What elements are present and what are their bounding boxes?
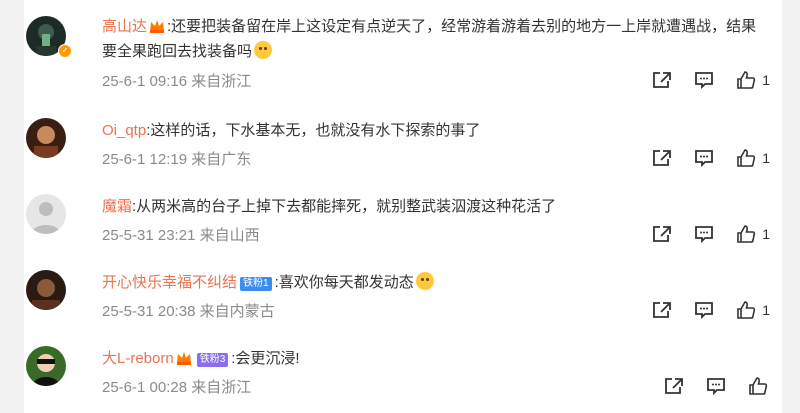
action-bar	[642, 376, 768, 396]
comment-text: :喜欢你每天都发动态	[274, 274, 414, 291]
comment-body: 大L-reborn 铁粉3:会更沉浸!	[102, 346, 762, 371]
reply-button[interactable]	[694, 149, 714, 167]
reply-button[interactable]	[694, 71, 714, 89]
like-count: 1	[762, 150, 770, 166]
like-button[interactable]: 1	[736, 225, 770, 243]
like-button[interactable]: 1	[736, 301, 770, 319]
comment-icon	[695, 302, 714, 319]
comment-icon	[695, 150, 714, 167]
comment-meta: 25-5-31 23:21 来自山西	[102, 224, 260, 245]
avatar[interactable]	[26, 194, 66, 234]
comment-body: 高山达:还要把装备留在岸上这设定有点逆天了，经常游着游着去别的地方一上岸就遭遇战…	[102, 14, 762, 64]
fan-level-badge: 铁粉3	[196, 353, 229, 367]
action-bar: 1	[630, 148, 770, 168]
like-button[interactable]: 1	[736, 149, 770, 167]
share-button[interactable]	[652, 225, 672, 243]
comment-text: :会更沉浸!	[231, 350, 300, 367]
timestamp: 25-6-1 09:16	[102, 73, 188, 90]
avatar[interactable]	[26, 270, 66, 310]
like-count: 1	[762, 72, 770, 88]
comment-meta: 25-5-31 20:38 来自内蒙古	[102, 300, 275, 321]
timestamp: 25-6-1 12:19	[102, 151, 188, 168]
share-icon	[653, 302, 672, 318]
timestamp: 25-5-31 20:38	[102, 303, 196, 320]
like-icon	[737, 225, 756, 243]
action-bar: 1	[630, 70, 770, 90]
like-button[interactable]: 1	[736, 71, 770, 89]
like-count: 1	[762, 302, 770, 318]
share-icon	[653, 150, 672, 166]
comment-meta: 25-6-1 12:19 来自广东	[102, 148, 251, 169]
location: 来自山西	[199, 227, 260, 244]
username-link[interactable]: 魔霜	[102, 198, 132, 215]
comment-meta: 25-6-1 00:28 来自浙江	[102, 376, 251, 397]
username-link[interactable]: Oi_qtp	[102, 122, 146, 139]
reply-button[interactable]	[694, 301, 714, 319]
like-count: 1	[762, 226, 770, 242]
reply-button[interactable]	[706, 377, 726, 395]
like-button[interactable]	[748, 377, 768, 395]
comment-item: 魔霜:从两米高的台子上掉下去都能摔死，就别整武装泅渡这种花活了 25-5-31 …	[24, 180, 782, 256]
avatar[interactable]	[26, 118, 66, 158]
emoji-icon	[254, 41, 273, 59]
comment-body: Oi_qtp:这样的话，下水基本无，也就没有水下探索的事了	[102, 118, 762, 143]
like-icon	[737, 71, 756, 89]
like-icon	[749, 377, 768, 395]
fan-level-badge: 铁粉1	[240, 277, 272, 291]
comment-item: 大L-reborn 铁粉3:会更沉浸! 25-6-1 00:28 来自浙江	[24, 332, 782, 408]
comment-icon	[707, 378, 725, 395]
comment-meta: 25-6-1 09:16 来自浙江	[102, 70, 251, 91]
avatar[interactable]	[26, 346, 66, 386]
like-icon	[737, 301, 756, 319]
comment-text: :从两米高的台子上掉下去都能摔死，就别整武装泅渡这种花活了	[132, 198, 557, 215]
location: 来自广东	[191, 151, 252, 168]
share-button[interactable]	[652, 301, 672, 319]
location: 来自内蒙古	[199, 303, 275, 320]
comment-item: 开心快乐幸福不纠结 铁粉1:喜欢你每天都发动态 25-5-31 20:38 来自内…	[24, 256, 782, 332]
verified-badge-icon: ✓	[58, 44, 72, 58]
action-bar: 1	[630, 300, 770, 320]
comment-item: Oi_qtp:这样的话，下水基本无，也就没有水下探索的事了 25-6-1 12:…	[24, 104, 782, 180]
emoji-icon	[415, 272, 434, 290]
comment-body: 开心快乐幸福不纠结 铁粉1:喜欢你每天都发动态	[102, 270, 762, 295]
crown-icon	[176, 348, 192, 365]
share-icon	[653, 226, 672, 242]
comment-icon	[695, 72, 714, 89]
share-button[interactable]	[652, 71, 672, 89]
timestamp: 25-6-1 00:28	[102, 379, 188, 396]
reply-button[interactable]	[694, 225, 714, 243]
username-link[interactable]: 大L-reborn	[102, 350, 174, 367]
share-icon	[665, 378, 683, 394]
action-bar: 1	[630, 224, 770, 244]
username-link[interactable]: 开心快乐幸福不纠结	[102, 274, 237, 291]
username-link[interactable]: 高山达	[102, 18, 147, 35]
like-icon	[737, 149, 756, 167]
timestamp: 25-5-31 23:21	[102, 227, 196, 244]
comment-text: :还要把装备留在岸上这设定有点逆天了，经常游着游着去别的地方一上岸就遭遇战，结果…	[102, 18, 757, 60]
share-icon	[653, 72, 672, 88]
location: 来自浙江	[191, 73, 252, 90]
comment-text: :这样的话，下水基本无，也就没有水下探索的事了	[146, 122, 481, 139]
location: 来自浙江	[191, 379, 252, 396]
share-button[interactable]	[652, 149, 672, 167]
crown-icon	[149, 16, 165, 33]
comment-icon	[695, 226, 714, 243]
comment-body: 魔霜:从两米高的台子上掉下去都能摔死，就别整武装泅渡这种花活了	[102, 194, 762, 219]
share-button[interactable]	[664, 377, 684, 395]
comment-item: ✓ 高山达:还要把装备留在岸上这设定有点逆天了，经常游着游着去别的地方一上岸就遭…	[24, 0, 782, 90]
